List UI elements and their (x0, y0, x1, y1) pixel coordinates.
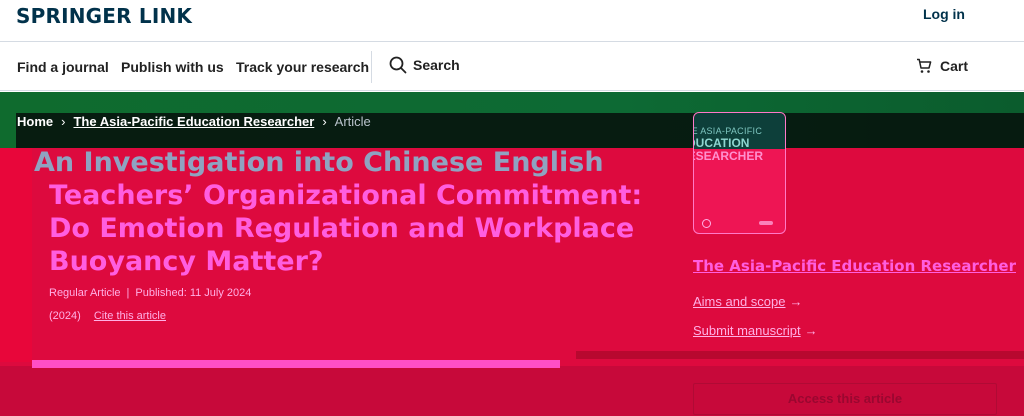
search-button[interactable]: Search (389, 56, 460, 74)
arrow-right-icon: → (804, 323, 818, 338)
breadcrumb: Home › The Asia-Pacific Education Resear… (17, 114, 371, 129)
main-nav: Find a journal Publish with us Track you… (0, 43, 1024, 91)
cover-title-line2: EDUCATION (694, 136, 750, 150)
cover-title-line1: THE ASIA-PACIFIC (694, 126, 763, 136)
submit-manuscript-link[interactable]: Submit manuscript → (693, 323, 818, 338)
submit-manuscript-label: Submit manuscript (693, 323, 801, 338)
cover-title-line3: RESEARCHER (694, 149, 764, 163)
nav-divider (371, 51, 372, 83)
article-hero: Home › The Asia-Pacific Education Resear… (0, 92, 1024, 416)
article-type: Regular Article (49, 287, 121, 299)
cite-article-link[interactable]: Cite this article (94, 310, 166, 322)
aims-scope-label: Aims and scope (693, 294, 786, 309)
article-title-rest: Teachers’ Organizational Commitment: Do … (49, 180, 643, 277)
journal-cover[interactable]: THE ASIA-PACIFIC EDUCATION RESEARCHER (693, 112, 786, 234)
breadcrumb-current: Article (334, 114, 371, 129)
aims-scope-link[interactable]: Aims and scope → (693, 294, 803, 309)
article-meta: Regular Article | Published: 11 July 2024 (49, 287, 251, 299)
cart-icon (917, 58, 932, 73)
breadcrumb-home[interactable]: Home (17, 114, 53, 129)
article-title-line1: An Investigation into Chinese English (34, 147, 604, 178)
journal-title-link[interactable]: The Asia-Pacific Education Researcher (693, 257, 1016, 275)
chevron-right-icon: › (61, 114, 66, 129)
nav-find-journal[interactable]: Find a journal (17, 59, 109, 75)
published-date: Published: 11 July 2024 (135, 287, 252, 299)
cover-emblem-icon (702, 219, 711, 228)
chevron-right-icon: › (322, 114, 327, 129)
article-citation-row: (2024) Cite this article (49, 310, 166, 322)
search-label: Search (413, 57, 460, 73)
nav-publish-with-us[interactable]: Publish with us (121, 59, 224, 75)
hero-left-strip (0, 148, 32, 362)
article-title: An Investigation into Chinese English Te… (34, 146, 644, 278)
springer-link-logo[interactable]: SPRINGER LINK (16, 4, 192, 28)
hero-pink-bar (32, 360, 560, 368)
breadcrumb-journal[interactable]: The Asia-Pacific Education Researcher (73, 114, 314, 129)
cart-label: Cart (940, 58, 969, 74)
publisher-mark-icon (759, 221, 773, 225)
arrow-right-icon: → (789, 294, 803, 309)
nav-track-research[interactable]: Track your research (236, 59, 369, 75)
access-article-button[interactable]: Access this article (693, 383, 997, 415)
site-header: SPRINGER LINK Log in (0, 0, 1024, 42)
login-link[interactable]: Log in (923, 6, 965, 22)
article-year: (2024) (49, 310, 81, 322)
hero-dark-bar (576, 351, 1024, 359)
meta-divider: | (126, 287, 130, 299)
cart-button[interactable]: Cart (916, 58, 968, 74)
search-icon (389, 56, 407, 74)
